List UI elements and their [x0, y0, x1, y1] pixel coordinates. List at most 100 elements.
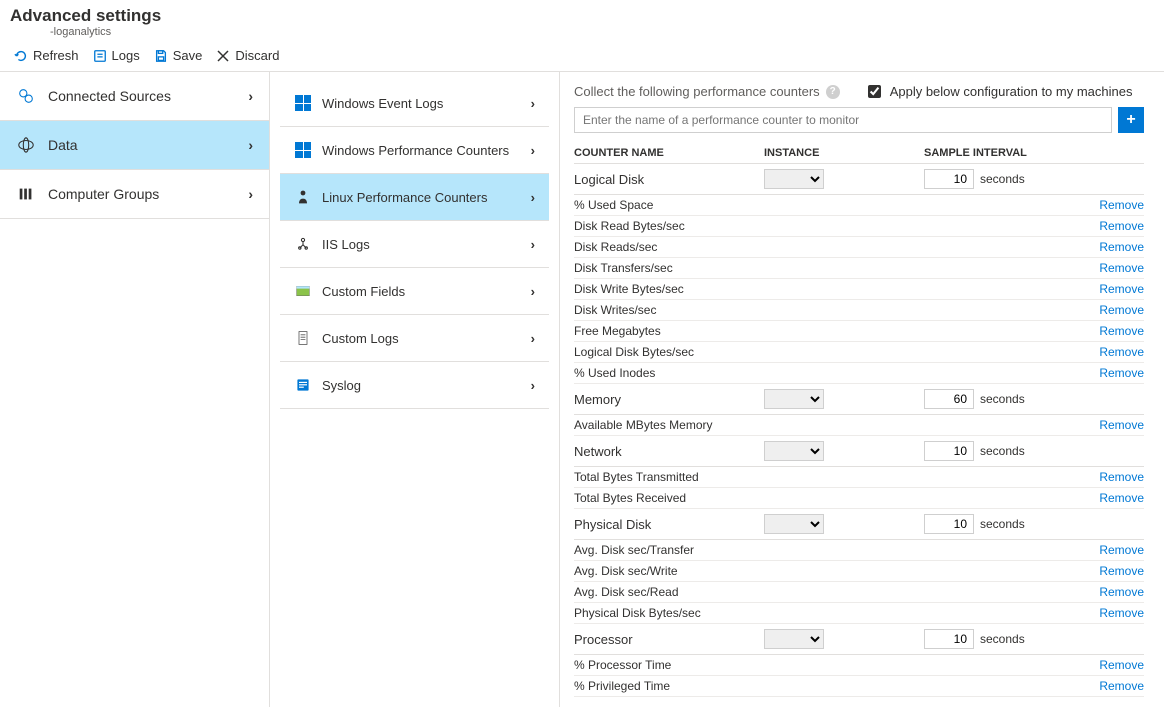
- logs-button[interactable]: Logs: [93, 48, 140, 63]
- save-icon: [154, 49, 168, 63]
- counter-row: Available MBytes MemoryRemove: [574, 415, 1144, 436]
- remove-link[interactable]: Remove: [1099, 543, 1144, 557]
- counter-name-input[interactable]: [574, 107, 1112, 133]
- seconds-label: seconds: [980, 172, 1025, 186]
- page-subtitle: -loganalytics: [50, 26, 1154, 38]
- instance-select[interactable]: [764, 441, 824, 461]
- chevron-right-icon: ›: [531, 331, 535, 346]
- seconds-label: seconds: [980, 632, 1025, 646]
- remove-link[interactable]: Remove: [1099, 564, 1144, 578]
- remove-link[interactable]: Remove: [1099, 366, 1144, 380]
- counter-row: Physical Disk Bytes/secRemove: [574, 603, 1144, 624]
- counter-label: % Processor Time: [574, 658, 671, 672]
- counter-row: Logical Disk Bytes/sec Remove: [574, 342, 1144, 363]
- sidebar-item-data[interactable]: Data›: [0, 121, 269, 170]
- data-item-iis-logs[interactable]: IIS Logs›: [280, 221, 549, 268]
- remove-link[interactable]: Remove: [1099, 240, 1144, 254]
- counter-row: Disk Transfers/secRemove: [574, 258, 1144, 279]
- counter-row: Avg. Disk sec/Write Remove: [574, 561, 1144, 582]
- data-item-icon: [294, 329, 312, 347]
- remove-link[interactable]: Remove: [1099, 679, 1144, 693]
- add-counter-button[interactable]: +: [1118, 107, 1144, 133]
- discard-label: Discard: [235, 48, 279, 63]
- save-label: Save: [173, 48, 203, 63]
- counter-label: Avg. Disk sec/Write: [574, 564, 678, 578]
- sidebar-icon: [16, 184, 36, 204]
- data-item-windows-event-logs[interactable]: Windows Event Logs›: [280, 80, 549, 127]
- sidebar-icon: [16, 135, 36, 155]
- counter-label: % Privileged Time: [574, 679, 670, 693]
- page-title: Advanced settings: [10, 6, 1154, 26]
- data-item-linux-performance-counters[interactable]: Linux Performance Counters ›: [280, 174, 549, 221]
- save-button[interactable]: Save: [154, 48, 203, 63]
- counter-row: % Used SpaceRemove: [574, 195, 1144, 216]
- col-interval: SAMPLE INTERVAL: [924, 147, 1144, 159]
- remove-link[interactable]: Remove: [1099, 658, 1144, 672]
- sidebar-item-computer-groups[interactable]: Computer Groups›: [0, 170, 269, 219]
- col-counter-name: COUNTER NAME: [574, 147, 764, 159]
- apply-config-checkbox[interactable]: Apply below configuration to my machines: [864, 82, 1133, 101]
- refresh-button[interactable]: Refresh: [14, 48, 79, 63]
- remove-link[interactable]: Remove: [1099, 219, 1144, 233]
- data-item-label: Linux Performance Counters: [322, 190, 487, 205]
- instance-select[interactable]: [764, 389, 824, 409]
- counter-group-row: Memoryseconds: [574, 384, 1144, 415]
- interval-input[interactable]: [924, 169, 974, 189]
- interval-input[interactable]: [924, 514, 974, 534]
- data-item-custom-fields[interactable]: Custom Fields›: [280, 268, 549, 315]
- counter-group-row: Processorseconds: [574, 624, 1144, 655]
- collect-note: Collect the following performance counte…: [574, 84, 820, 99]
- counter-row: Total Bytes Received Remove: [574, 488, 1144, 509]
- counter-row: Disk Read Bytes/sec Remove: [574, 216, 1144, 237]
- apply-checkbox-input[interactable]: [868, 85, 881, 98]
- data-item-windows-performance-counters[interactable]: Windows Performance Counters›: [280, 127, 549, 174]
- help-icon[interactable]: ?: [826, 85, 840, 99]
- interval-input[interactable]: [924, 441, 974, 461]
- data-item-icon: [294, 94, 312, 112]
- remove-link[interactable]: Remove: [1099, 470, 1144, 484]
- data-item-icon: [294, 188, 312, 206]
- group-name: Logical Disk: [574, 172, 764, 187]
- interval-input[interactable]: [924, 389, 974, 409]
- remove-link[interactable]: Remove: [1099, 418, 1144, 432]
- counter-row: Avg. Disk sec/ReadRemove: [574, 582, 1144, 603]
- logs-label: Logs: [112, 48, 140, 63]
- instance-select[interactable]: [764, 629, 824, 649]
- counter-group-row: Logical Disk seconds: [574, 164, 1144, 195]
- remove-link[interactable]: Remove: [1099, 491, 1144, 505]
- chevron-right-icon: ›: [531, 190, 535, 205]
- data-item-custom-logs[interactable]: Custom Logs ›: [280, 315, 549, 362]
- remove-link[interactable]: Remove: [1099, 345, 1144, 359]
- remove-link[interactable]: Remove: [1099, 303, 1144, 317]
- counter-row: Total Bytes TransmittedRemove: [574, 467, 1144, 488]
- sidebar: Connected Sources›Data›Computer Groups›: [0, 72, 270, 707]
- data-item-syslog[interactable]: Syslog›: [280, 362, 549, 409]
- remove-link[interactable]: Remove: [1099, 198, 1144, 212]
- data-item-label: Custom Logs: [322, 331, 399, 346]
- remove-link[interactable]: Remove: [1099, 606, 1144, 620]
- counter-label: Disk Read Bytes/sec: [574, 219, 685, 233]
- remove-link[interactable]: Remove: [1099, 585, 1144, 599]
- refresh-icon: [14, 49, 28, 63]
- remove-link[interactable]: Remove: [1099, 324, 1144, 338]
- data-item-icon: [294, 376, 312, 394]
- interval-input[interactable]: [924, 629, 974, 649]
- counter-row: % Processor Time Remove: [574, 655, 1144, 676]
- instance-select[interactable]: [764, 514, 824, 534]
- seconds-label: seconds: [980, 444, 1025, 458]
- instance-select[interactable]: [764, 169, 824, 189]
- counter-row: Disk Write Bytes/secRemove: [574, 279, 1144, 300]
- logs-icon: [93, 49, 107, 63]
- counter-label: Total Bytes Received: [574, 491, 686, 505]
- data-item-icon: [294, 282, 312, 300]
- group-name: Physical Disk: [574, 517, 764, 532]
- chevron-right-icon: ›: [531, 284, 535, 299]
- remove-link[interactable]: Remove: [1099, 261, 1144, 275]
- sidebar-item-connected-sources[interactable]: Connected Sources›: [0, 72, 269, 121]
- discard-icon: [216, 49, 230, 63]
- discard-button[interactable]: Discard: [216, 48, 279, 63]
- chevron-right-icon: ›: [531, 237, 535, 252]
- counter-row: % Privileged Time Remove: [574, 676, 1144, 697]
- counter-label: Logical Disk Bytes/sec: [574, 345, 694, 359]
- remove-link[interactable]: Remove: [1099, 282, 1144, 296]
